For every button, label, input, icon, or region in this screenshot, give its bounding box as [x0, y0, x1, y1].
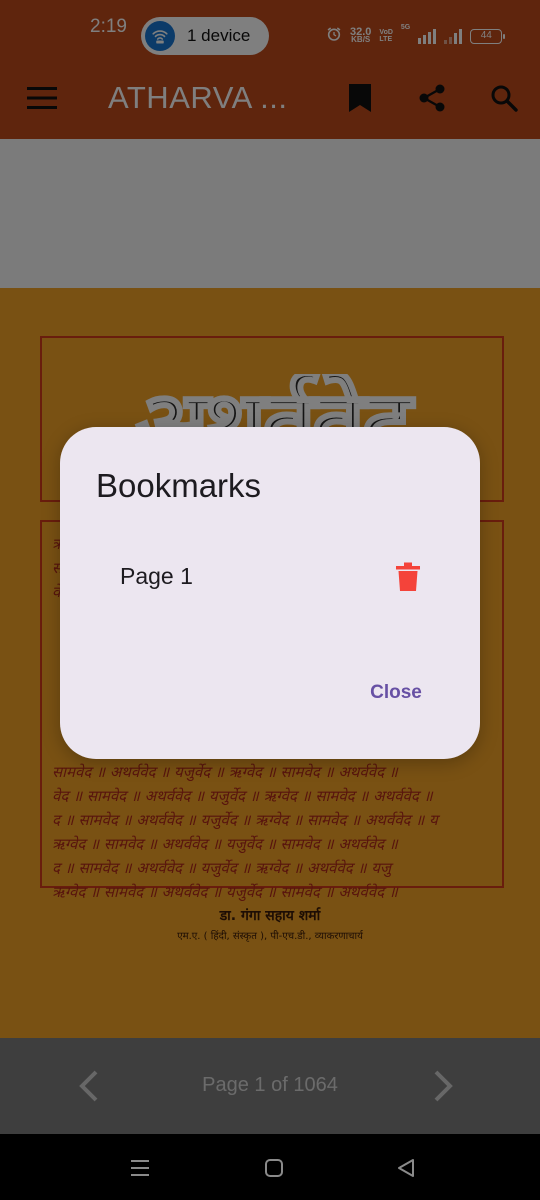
back-icon[interactable]	[392, 1154, 420, 1182]
home-icon[interactable]	[260, 1154, 288, 1182]
bookmark-item-label: Page 1	[120, 563, 193, 589]
recents-icon[interactable]	[126, 1154, 154, 1182]
bookmarks-dialog: Bookmarks Page 1 Close	[60, 427, 480, 759]
system-navigation-bar	[0, 1134, 540, 1200]
trash-icon	[396, 562, 420, 591]
bookmark-item[interactable]: Page 1	[96, 545, 456, 609]
delete-bookmark-button[interactable]	[388, 557, 428, 597]
close-button[interactable]: Close	[356, 673, 436, 713]
dialog-title: Bookmarks	[96, 467, 262, 504]
